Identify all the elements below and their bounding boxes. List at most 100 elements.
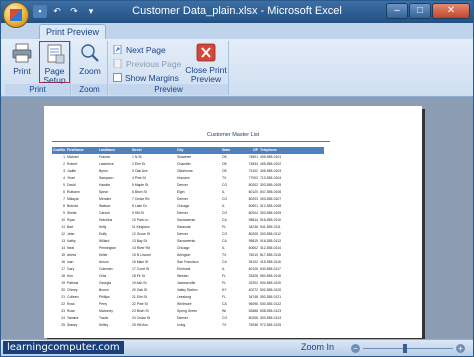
zoom-button[interactable]: Zoom bbox=[75, 41, 105, 83]
table-cell: 7 bbox=[63, 197, 65, 201]
table-cell: Byron bbox=[99, 169, 108, 173]
previous-page-label: Previous Page bbox=[126, 58, 182, 69]
page-setup-button[interactable]: Page Setup bbox=[39, 41, 70, 85]
table-cell: Stacey bbox=[67, 323, 78, 327]
table-cell: WI bbox=[222, 309, 227, 313]
table-cell: TX bbox=[222, 253, 227, 257]
table-cell: Shelia bbox=[67, 211, 77, 215]
table-cell: Duffy bbox=[99, 232, 107, 236]
table-cell: Spring Green bbox=[177, 309, 198, 313]
table-cell: Leesburg bbox=[177, 295, 192, 299]
table-cell: Oklahoma bbox=[177, 169, 193, 173]
table-cell: 73102 bbox=[248, 169, 258, 173]
table-cell: 502-555-0120 bbox=[260, 288, 282, 292]
table-cell: 14 bbox=[61, 246, 65, 250]
zoom-in-label[interactable]: Zoom In bbox=[301, 342, 334, 352]
table-cell: Houston bbox=[177, 176, 190, 180]
table-cell: 11 bbox=[61, 225, 65, 229]
table-cell: 415-555-0116 bbox=[260, 260, 281, 264]
preview-page: Customer Master List CustNo FirstName Last… bbox=[44, 106, 422, 338]
table-cell: 20 Oak St bbox=[132, 288, 148, 292]
table-cell: Neal bbox=[67, 246, 74, 250]
office-button[interactable] bbox=[3, 2, 29, 28]
maximize-button[interactable]: □ bbox=[409, 3, 431, 19]
table-cell: Kim bbox=[67, 274, 73, 278]
zoom-thumb[interactable] bbox=[402, 344, 407, 353]
table-cell: Phillips bbox=[99, 295, 110, 299]
table-cell: 5 bbox=[63, 183, 65, 187]
table-cell: 21 bbox=[61, 295, 65, 299]
table-cell: 904-555-0119 bbox=[260, 281, 281, 285]
table-row: 18 Kim Ortiz 18 Fir St Weston FL 33326 954-555-… bbox=[52, 273, 324, 280]
table-cell: Shawnee bbox=[177, 155, 192, 159]
table-cell: OK bbox=[222, 155, 227, 159]
table-cell: Pennington bbox=[99, 246, 117, 250]
previous-page-button[interactable]: Previous Page bbox=[113, 57, 181, 70]
table-row: 4 Yhari Sampson 4 Pine St Houston TX 77002 713-… bbox=[52, 175, 324, 182]
table-cell: KY bbox=[222, 288, 227, 292]
table-cell: 312-555-0114 bbox=[260, 246, 281, 250]
close-button[interactable]: ✕ bbox=[432, 3, 470, 19]
table-row: 24 Tamara Travis 24 Cedar St Denver CO 80206 30… bbox=[52, 315, 324, 322]
table-cell: 60120 bbox=[248, 190, 258, 194]
table-cell: 312-555-0108 bbox=[260, 204, 282, 208]
table-cell: Hawkie bbox=[99, 183, 111, 187]
table-cell: CO bbox=[222, 183, 228, 187]
table-cell: 19 Ash St bbox=[132, 281, 147, 285]
table-cell: CA bbox=[222, 302, 227, 306]
show-margins-check[interactable] bbox=[113, 73, 122, 82]
tab-print-preview[interactable]: Print Preview bbox=[39, 24, 107, 39]
zoom-plus-button[interactable]: + bbox=[456, 344, 465, 353]
table-cell: IL bbox=[222, 204, 225, 208]
table-cell: 14 River Rd bbox=[132, 246, 150, 250]
preview-area[interactable]: Customer Master List CustNo FirstName Last… bbox=[1, 97, 473, 339]
table-row: 14 Neal Pennington 14 River Rd Chicago IL 6060… bbox=[52, 245, 324, 252]
table-cell: 9 Hill St bbox=[132, 211, 144, 215]
table-cell: Francis bbox=[99, 155, 111, 159]
table-cell: Ivan bbox=[67, 260, 74, 264]
table-cell: 15 bbox=[61, 253, 65, 257]
ribbon: Print Page Setup Print Zoom Zoom Next Pa… bbox=[1, 39, 473, 97]
table-cell: Brenda bbox=[67, 204, 78, 208]
table-cell: 34748 bbox=[248, 295, 258, 299]
print-label: Print bbox=[13, 66, 31, 76]
zoom-out-button[interactable]: − bbox=[351, 344, 360, 353]
table-cell: CA bbox=[222, 260, 227, 264]
table-cell: 13 Bay St bbox=[132, 239, 147, 243]
table-cell: Rose bbox=[67, 309, 75, 313]
table-cell: 6 Birch St bbox=[132, 190, 147, 194]
minimize-button[interactable]: – bbox=[386, 3, 408, 19]
preview-group: Next Page Previous Page Show Margins Clo… bbox=[109, 41, 229, 95]
table-row: 22 Ross Perry 22 Pine St Whitmore CA 96096 530-… bbox=[52, 301, 324, 308]
table-cell: Jacksonville bbox=[177, 281, 196, 285]
table-cell: OK bbox=[222, 162, 227, 166]
table-cell: 303-555-0112 bbox=[260, 232, 281, 236]
next-page-icon bbox=[113, 45, 122, 54]
show-margins-checkbox[interactable]: Show Margins bbox=[113, 71, 179, 84]
table-cell: 7 Cedar Rd bbox=[132, 197, 150, 201]
table-cell: 60601 bbox=[248, 204, 258, 208]
table-cell: 303-555-0109 bbox=[260, 211, 282, 215]
next-page-button[interactable]: Next Page bbox=[113, 43, 166, 56]
table-cell: Elgin bbox=[177, 190, 185, 194]
table-cell: 9 bbox=[63, 211, 65, 215]
print-button[interactable]: Print bbox=[7, 41, 37, 83]
zoom-track[interactable] bbox=[363, 344, 453, 353]
table-cell: 1 bbox=[63, 155, 65, 159]
table-cell: 6 bbox=[63, 190, 65, 194]
table-cell: Anson bbox=[99, 260, 109, 264]
table-cell: 4 bbox=[63, 176, 65, 180]
table-cell: 75038 bbox=[248, 323, 258, 327]
close-print-preview-button[interactable]: Close Print Preview bbox=[185, 41, 227, 84]
table-cell: 19 bbox=[61, 281, 65, 285]
table-cell: Arleta bbox=[67, 253, 76, 257]
column-header: FirstName bbox=[66, 147, 98, 154]
customer-table: CustNo FirstName LastName Street City State ZI… bbox=[52, 147, 324, 329]
table-cell: Perry bbox=[99, 302, 108, 306]
table-cell: CO bbox=[222, 316, 228, 320]
close-preview-label: Close Print Preview bbox=[185, 65, 227, 84]
table-cell: IL bbox=[222, 190, 225, 194]
table-cell: Mikayla bbox=[67, 197, 79, 201]
zoom-slider[interactable]: − + bbox=[351, 344, 465, 353]
table-cell: Brown bbox=[99, 288, 109, 292]
